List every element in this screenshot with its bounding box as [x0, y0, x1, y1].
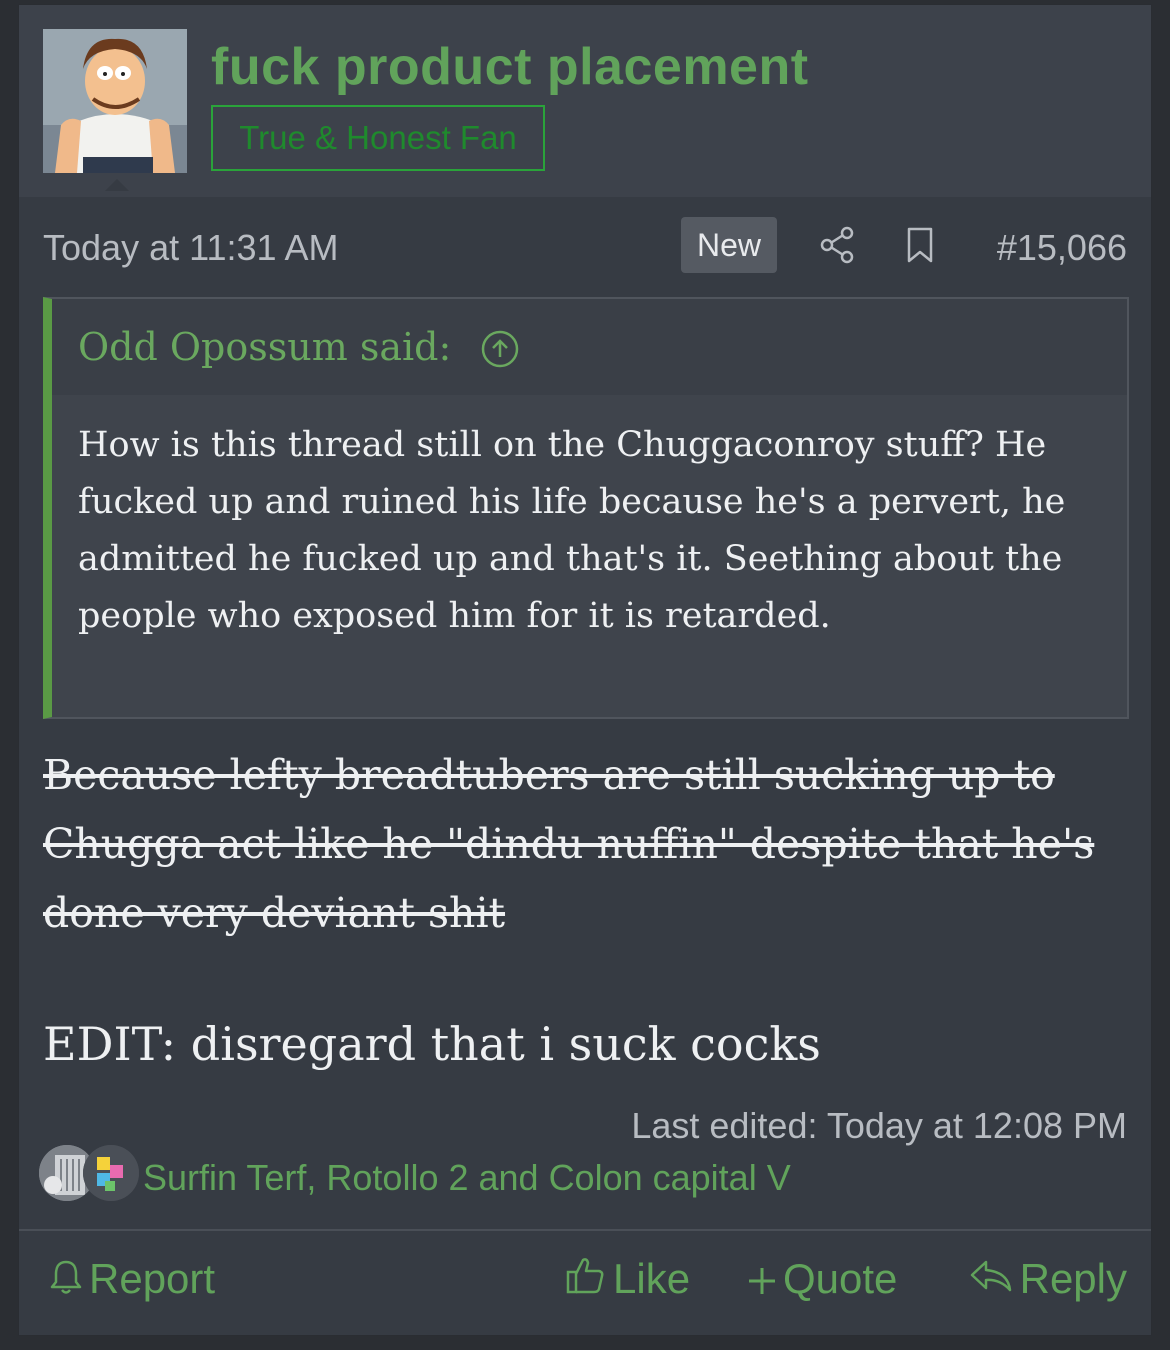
post-footer: Report Like Quote Reply: [19, 1229, 1151, 1337]
quote-author[interactable]: Odd Opossum said:: [78, 325, 451, 369]
share-icon[interactable]: [817, 225, 857, 265]
post-username[interactable]: fuck product placement: [211, 37, 809, 97]
forum-post: fuck product placement True & Honest Fan…: [18, 4, 1152, 1336]
report-label: Report: [89, 1255, 216, 1302]
struck-through-text: Because lefty breadtubers are still suck…: [43, 751, 1095, 937]
bell-icon: [49, 1254, 83, 1310]
last-edited-info: Last edited: Today at 12:08 PM: [631, 1105, 1127, 1146]
thumbs-up-icon: [565, 1254, 607, 1310]
report-button[interactable]: Report: [49, 1251, 215, 1307]
quote-label: Quote: [783, 1255, 898, 1302]
post-timestamp[interactable]: Today at 11:31 AM: [43, 227, 339, 269]
reaction-avatar[interactable]: [83, 1145, 139, 1201]
quote-block: Odd Opossum said: How is this thread sti…: [43, 297, 1129, 719]
new-badge: New: [681, 217, 777, 273]
post-number-link[interactable]: #15,066: [997, 227, 1127, 269]
edit-text: EDIT: disregard that i suck cocks: [43, 1017, 821, 1071]
user-title-badge: True & Honest Fan: [211, 105, 545, 171]
plus-icon: [747, 1254, 777, 1310]
avatar-pointer: [105, 179, 129, 191]
quote-text: How is this thread still on the Chuggaco…: [78, 425, 1066, 636]
reply-label: Reply: [1019, 1255, 1127, 1302]
user-avatar[interactable]: [43, 29, 187, 173]
arrow-up-circle-icon[interactable]: [480, 329, 520, 369]
reaction-users-link[interactable]: Surfin Terf, Rotollo 2 and Colon capital…: [143, 1157, 791, 1199]
reply-arrow-icon: [968, 1254, 1014, 1310]
reactions-bar: Surfin Terf, Rotollo 2 and Colon capital…: [39, 1145, 1127, 1205]
post-meta: Today at 11:31 AM New #15,066: [43, 217, 1127, 277]
quote-header: Odd Opossum said:: [52, 299, 1127, 395]
reply-button[interactable]: Reply: [968, 1251, 1127, 1307]
like-label: Like: [613, 1255, 691, 1302]
quote-button[interactable]: Quote: [747, 1251, 897, 1307]
user-header: fuck product placement True & Honest Fan: [19, 5, 1151, 197]
bookmark-icon[interactable]: [901, 225, 941, 265]
avatar-image: [43, 29, 187, 173]
like-button[interactable]: Like: [565, 1251, 690, 1307]
